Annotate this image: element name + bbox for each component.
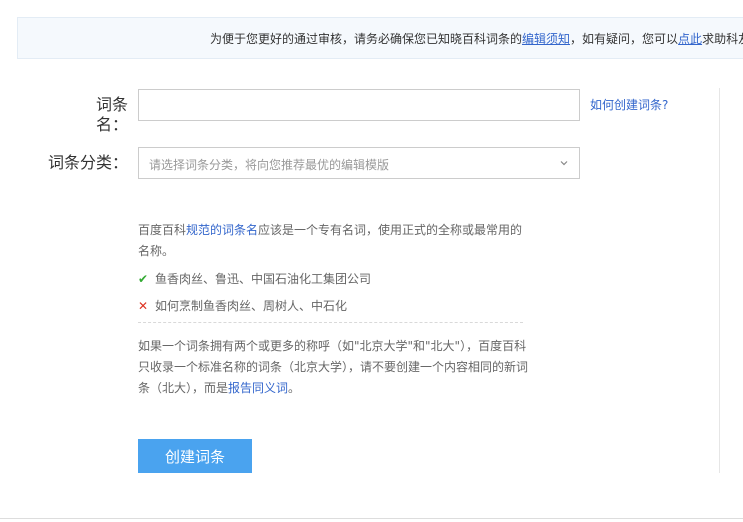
- category-select[interactable]: 请选择词条分类，将向您推荐最优的编辑模版: [138, 147, 580, 179]
- right-divider: [719, 88, 720, 473]
- bad-example: ✕ 如何烹制鱼香肉丝、周树人、中石化: [138, 298, 347, 314]
- entry-name-input[interactable]: [138, 89, 580, 121]
- notice-suffix: 求助科友: [702, 32, 743, 46]
- chevron-down-icon: [560, 161, 568, 166]
- category-label: 词条分类：: [47, 153, 128, 172]
- cross-icon: ✕: [138, 299, 149, 313]
- report-synonym-link[interactable]: 报告同义词: [228, 381, 288, 395]
- standard-name-link[interactable]: 规范的词条名: [186, 223, 258, 237]
- check-icon: ✔: [138, 272, 149, 286]
- notice-text: 为便于您更好的通过审核，请务必确保您已知晓百科词条的编辑须知，如有疑问，您可以点…: [210, 31, 743, 47]
- how-to-create-link[interactable]: 如何创建词条?: [590, 96, 668, 113]
- bottom-divider: [0, 518, 743, 519]
- synonym-text: 如果一个词条拥有两个或更多的称呼（如"北京大学"和"北大"），百度百科只收录一个…: [138, 339, 529, 395]
- entry-name-label: 词条名：: [95, 95, 128, 134]
- synonym-rule-text: 如果一个词条拥有两个或更多的称呼（如"北京大学"和"北大"），百度百科只收录一个…: [138, 336, 528, 399]
- edit-guide-link[interactable]: 编辑须知: [522, 32, 570, 46]
- bad-example-text: 如何烹制鱼香肉丝、周树人、中石化: [155, 299, 348, 313]
- rule-prefix: 百度百科: [138, 223, 187, 237]
- notice-banner: 为便于您更好的通过审核，请务必确保您已知晓百科词条的编辑须知，如有疑问，您可以点…: [17, 17, 743, 59]
- category-placeholder: 请选择词条分类，将向您推荐最优的编辑模版: [149, 158, 390, 172]
- synonym-end: 。: [288, 381, 301, 395]
- help-here-link[interactable]: 点此: [678, 32, 702, 46]
- tips-divider: [138, 322, 523, 323]
- notice-middle: ，如有疑问，您可以: [570, 32, 679, 46]
- naming-rule-text: 百度百科规范的词条名应该是一个专有名词，使用正式的全称或最常用的名称。: [138, 220, 528, 262]
- create-entry-button[interactable]: 创建词条: [138, 439, 252, 473]
- notice-prefix: 为便于您更好的通过审核，请务必确保您已知晓百科词条的: [210, 32, 523, 46]
- good-example-text: 鱼香肉丝、鲁迅、中国石油化工集团公司: [155, 272, 372, 286]
- good-example: ✔ 鱼香肉丝、鲁迅、中国石油化工集团公司: [138, 271, 371, 287]
- naming-tips: 百度百科规范的词条名应该是一个专有名词，使用正式的全称或最常用的名称。 ✔ 鱼香肉…: [138, 220, 528, 395]
